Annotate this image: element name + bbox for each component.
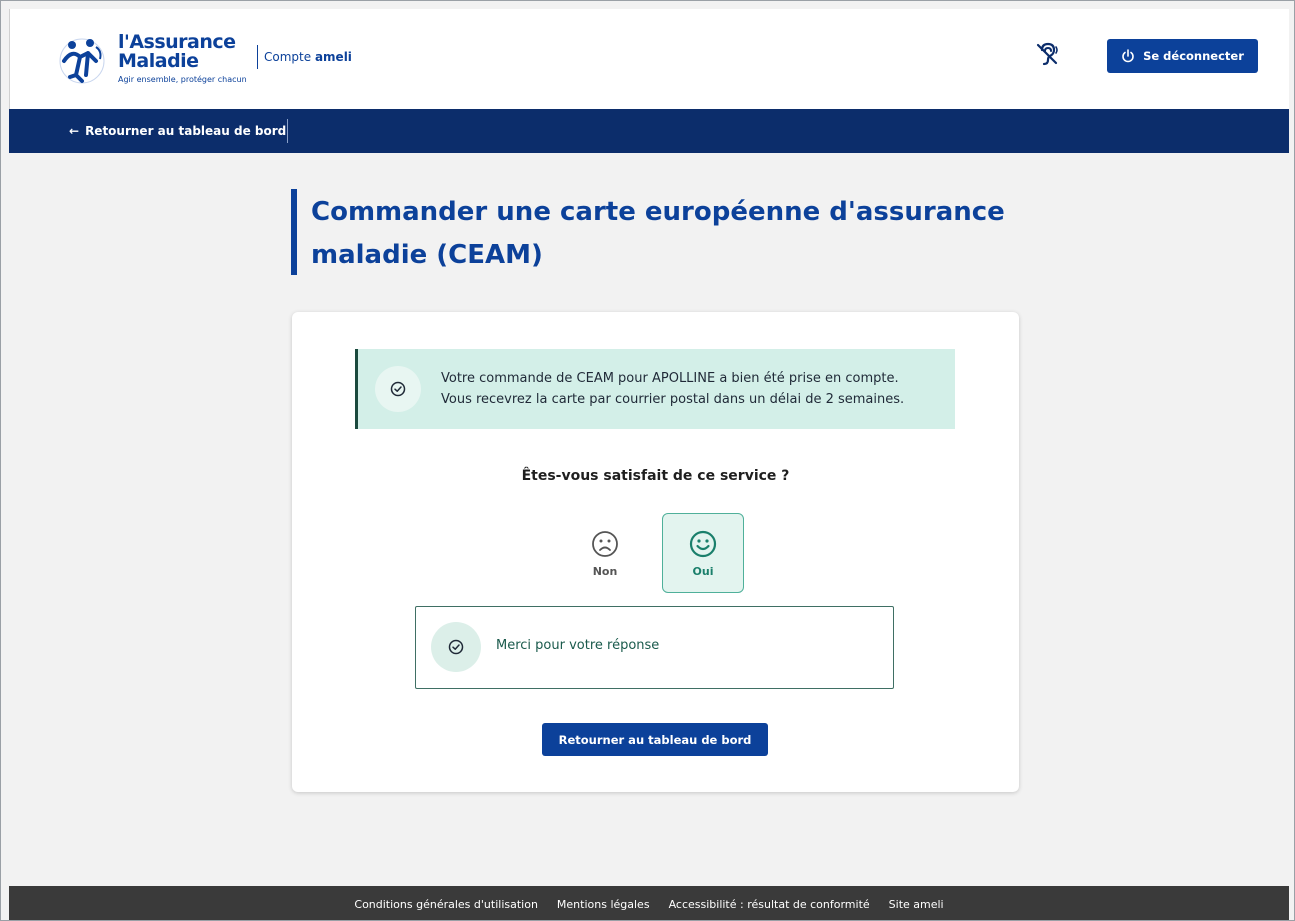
sad-face-icon: [592, 530, 618, 557]
alert-icon-badge: [375, 366, 421, 412]
thanks-icon-badge: [431, 622, 481, 672]
alert-message: Votre commande de CEAM pour APOLLINE a b…: [441, 368, 904, 410]
logo-people-icon: [59, 38, 105, 84]
power-icon: [1122, 49, 1134, 63]
site-footer: Conditions générales d'utilisation Menti…: [9, 886, 1289, 920]
logout-button[interactable]: Se déconnecter: [1107, 39, 1258, 73]
account-name: ameli: [314, 50, 352, 64]
page-title: Commander une carte européenne d'assuran…: [311, 197, 1005, 270]
survey-question: Êtes-vous satisfait de ce service ?: [521, 468, 790, 484]
alert-line-1: Votre commande de CEAM pour APOLLINE a b…: [441, 371, 899, 386]
happy-face-icon: [689, 530, 717, 557]
back-to-dashboard-link[interactable]: ← Retourner au tableau de bord: [69, 109, 286, 153]
check-circle-icon: [448, 639, 464, 655]
footer-link-mentions-legales[interactable]: Mentions légales: [557, 898, 650, 911]
survey-option-non-label: Non: [592, 564, 618, 578]
check-circle-icon: [390, 381, 406, 397]
footer-link-cgu[interactable]: Conditions générales d'utilisation: [354, 898, 538, 911]
hearing-disabled-icon[interactable]: [1034, 41, 1060, 67]
browser-viewport: l'Assurance Maladie Agir ensemble, proté…: [0, 0, 1295, 921]
footer-link-accessibilite[interactable]: Accessibilité : résultat de conformité: [669, 898, 870, 911]
arrow-left-icon: ←: [69, 124, 80, 138]
survey-option-oui[interactable]: Oui: [662, 513, 744, 593]
logo-tagline: Agir ensemble, protéger chacun: [118, 75, 247, 84]
nav-divider: [287, 119, 288, 143]
site-header: l'Assurance Maladie Agir ensemble, proté…: [9, 9, 1289, 109]
return-to-dashboard-button[interactable]: Retourner au tableau de bord: [542, 723, 768, 756]
title-accent-bar: [291, 189, 297, 275]
survey-option-oui-label: Oui: [692, 564, 714, 578]
survey-option-non[interactable]: Non: [564, 513, 646, 593]
account-label: Compte ameli: [257, 45, 352, 69]
alert-line-2: Vous recevrez la carte par courrier post…: [441, 392, 905, 407]
success-alert: Votre commande de CEAM pour APOLLINE a b…: [355, 349, 955, 429]
top-nav-bar: ← Retourner au tableau de bord: [9, 109, 1289, 153]
logo-title-line2: Maladie: [118, 50, 199, 72]
account-prefix: Compte: [264, 50, 312, 64]
thanks-message-box: Merci pour votre réponse: [415, 606, 894, 689]
logout-label: Se déconnecter: [1143, 49, 1244, 63]
thanks-message: Merci pour votre réponse: [496, 638, 660, 653]
footer-link-site-ameli[interactable]: Site ameli: [889, 898, 944, 911]
confirmation-card: Votre commande de CEAM pour APOLLINE a b…: [292, 312, 1019, 792]
back-link-label: Retourner au tableau de bord: [85, 124, 287, 138]
assurance-maladie-logo[interactable]: l'Assurance Maladie Agir ensemble, proté…: [52, 31, 262, 97]
